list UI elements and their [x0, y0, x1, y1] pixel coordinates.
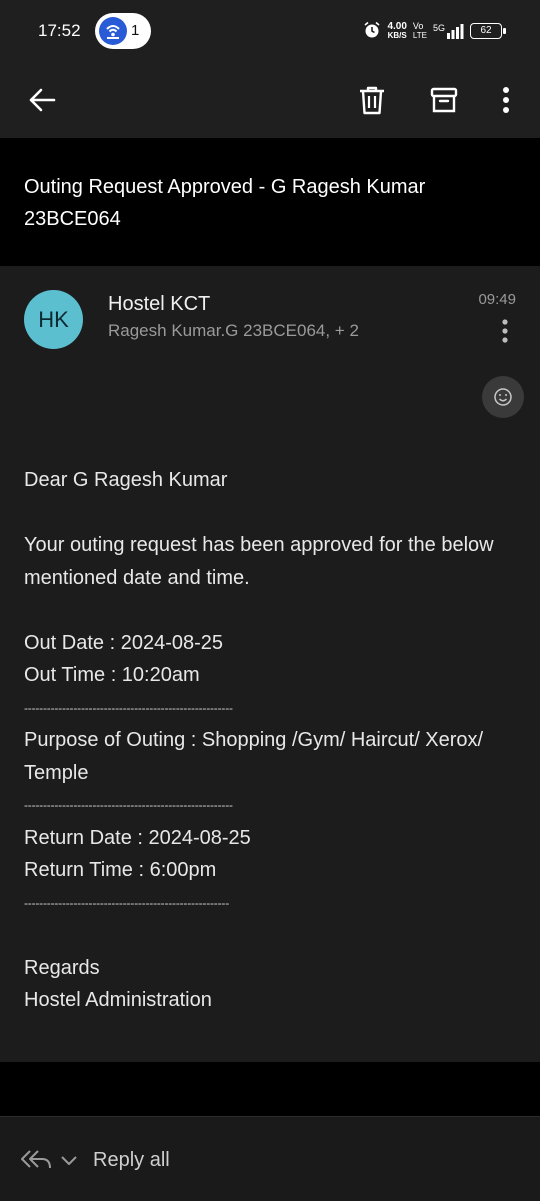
email-body: Dear G Ragesh Kumar Your outing request … — [24, 464, 494, 1017]
arrow-left-icon — [29, 88, 56, 112]
battery-icon: 62 — [470, 23, 506, 39]
more-options-button[interactable] — [486, 80, 526, 120]
volte-top: Vo — [412, 21, 424, 31]
return-time: Return Time : 6:00pm — [24, 859, 217, 881]
chevron-down-icon[interactable] — [58, 1149, 80, 1171]
signal-icon: 5G — [433, 23, 464, 39]
net-speed-unit: KB/S — [387, 31, 407, 40]
trash-icon — [360, 86, 384, 115]
divider-line: ----------------------------------------… — [24, 895, 229, 910]
reply-all-icon[interactable] — [20, 1147, 52, 1171]
subject-area: Outing Request Approved - G Ragesh Kumar… — [0, 138, 540, 265]
regards: Regards — [24, 956, 100, 979]
more-vertical-icon — [503, 87, 509, 113]
status-time: 17:52 — [38, 21, 81, 40]
battery-level: 62 — [480, 25, 492, 36]
wifi-hotspot-icon — [99, 17, 127, 45]
message-more-button[interactable] — [500, 318, 510, 344]
smiley-icon — [494, 388, 512, 406]
purpose: Purpose of Outing : Shopping /Gym/ Hairc… — [24, 729, 484, 784]
notification-count: 1 — [131, 22, 140, 39]
network-type: 5G — [432, 23, 445, 33]
volte-bottom: LTE — [412, 31, 427, 40]
volte-indicator: Vo LTE — [412, 21, 427, 41]
notification-pill[interactable]: 1 — [95, 13, 151, 49]
archive-icon — [430, 87, 458, 113]
add-reaction-button[interactable] — [482, 376, 524, 418]
divider-line: ----------------------------------------… — [24, 700, 233, 715]
back-button[interactable] — [22, 80, 62, 120]
out-date: Out Date : 2024-08-25 — [24, 631, 224, 654]
alarm-icon — [363, 21, 381, 42]
email-message: HK Hostel KCT Ragesh Kumar.G 23BCE064, +… — [0, 266, 540, 1062]
top-toolbar — [0, 62, 540, 138]
email-time: 09:49 — [478, 291, 516, 308]
divider-line: ----------------------------------------… — [24, 798, 233, 812]
avatar[interactable]: HK — [24, 290, 83, 349]
recipients[interactable]: Ragesh Kumar.G 23BCE064, + 2 — [108, 321, 359, 341]
intro-text: Your outing request has been approved fo… — [24, 534, 494, 589]
archive-button[interactable] — [424, 80, 464, 120]
system-icons: 4.00 KB/S Vo LTE 5G 62 — [363, 20, 506, 42]
out-time: Out Time : 10:20am — [24, 664, 200, 686]
status-bar: 17:52 1 4.00 KB/S Vo LTE 5G 62 — [0, 0, 540, 62]
signature: Hostel Administration — [24, 989, 212, 1011]
reply-bar: Reply all — [0, 1116, 540, 1201]
sender-name[interactable]: Hostel KCT — [108, 293, 210, 316]
reply-all-button[interactable]: Reply all — [93, 1149, 170, 1172]
greeting: Dear G Ragesh Kumar — [24, 469, 228, 491]
net-speed: 4.00 KB/S — [387, 22, 407, 41]
email-subject: Outing Request Approved - G Ragesh Kumar… — [24, 176, 426, 230]
return-date: Return Date : 2024-08-25 — [24, 826, 251, 849]
more-vertical-icon — [502, 319, 508, 343]
delete-button[interactable] — [352, 80, 392, 120]
